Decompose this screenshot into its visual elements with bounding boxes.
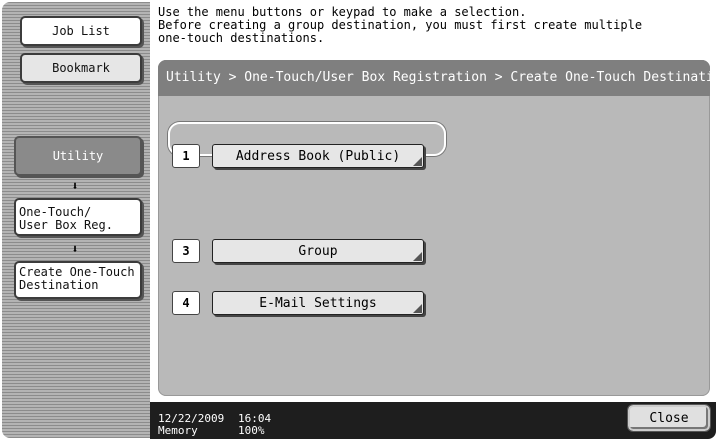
down-arrow-icon: ⬇	[71, 242, 79, 256]
main-panel-frame: Utility > One-Touch/User Box Registratio…	[150, 56, 718, 402]
instruction-message: Use the menu buttons or keypad to make a…	[158, 5, 643, 45]
left-sidebar: Job List Bookmark Utility ⬇ One-Touch/ U…	[2, 2, 150, 438]
destination-row: 1 Address Book (Public)	[172, 143, 424, 169]
close-button[interactable]: Close	[627, 404, 711, 432]
destination-row: 4 E-Mail Settings	[172, 290, 424, 316]
breadcrumb-bar: Utility > One-Touch/User Box Registratio…	[158, 60, 718, 96]
main-panel: Utility > One-Touch/User Box Registratio…	[158, 60, 718, 396]
status-bar: 12/22/2009 16:04 Memory 100% Close	[150, 402, 716, 439]
utility-button[interactable]: Utility	[14, 136, 142, 176]
group-button[interactable]: Group	[212, 239, 424, 263]
memory-value: 100%	[238, 424, 265, 437]
copier-panel-screen: Job List Bookmark Utility ⬇ One-Touch/ U…	[0, 0, 718, 441]
email-settings-button[interactable]: E-Mail Settings	[212, 291, 424, 315]
memory-label: Memory	[158, 424, 198, 437]
bookmark-button[interactable]: Bookmark	[20, 53, 142, 83]
job-list-button[interactable]: Job List	[20, 16, 142, 46]
create-onetouch-destination-button[interactable]: Create One-Touch Destination	[14, 261, 142, 299]
address-book-public-button[interactable]: Address Book (Public)	[212, 144, 424, 168]
destination-number: 3	[172, 239, 200, 263]
onetouch-user-box-reg-button[interactable]: One-Touch/ User Box Reg.	[14, 198, 142, 236]
down-arrow-icon: ⬇	[71, 179, 79, 193]
destination-number: 4	[172, 291, 200, 315]
destination-number: 1	[172, 144, 200, 168]
destination-row: 3 Group	[172, 238, 424, 264]
breadcrumb: Utility > One-Touch/User Box Registratio…	[166, 70, 718, 85]
message-area: Use the menu buttons or keypad to make a…	[150, 2, 716, 56]
